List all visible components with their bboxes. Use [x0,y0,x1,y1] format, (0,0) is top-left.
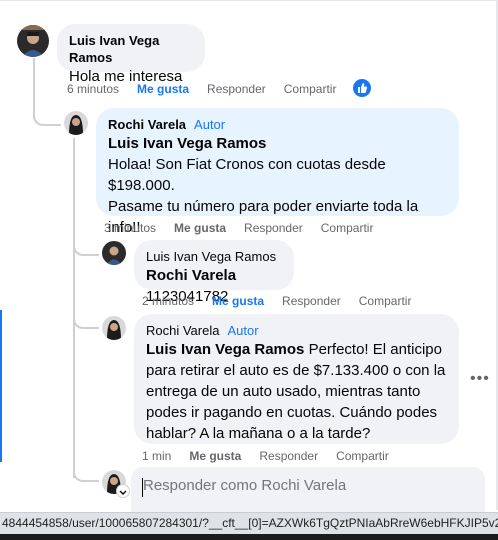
comment-time[interactable]: 6 minutos [67,82,119,96]
taskbar-strip [0,534,498,540]
avatar-person-icon [102,316,126,340]
more-horizontal-icon[interactable]: ••• [470,370,490,388]
like-button[interactable]: Me gusta [137,82,189,96]
comment-author[interactable]: Luis Ivan Vega Ramos [69,32,193,66]
comment-actions: 3 minutos Me gusta Responder Compartir [104,220,391,236]
comment-text-line: Holaa! Son Fiat Cronos con cuotas desde … [108,156,386,194]
comment-time[interactable]: 1 min [142,449,171,463]
avatar-person-icon [64,111,88,135]
share-button[interactable]: Compartir [336,449,389,463]
avatar[interactable] [64,111,88,135]
thread-curve [73,305,99,329]
mention-link[interactable]: Luis Ivan Vega Ramos [146,341,304,358]
thread-curve [33,100,61,126]
comment-time[interactable]: 3 minutos [104,221,156,235]
chevron-down-icon[interactable] [116,484,130,498]
share-button[interactable]: Compartir [321,221,374,235]
like-button[interactable]: Me gusta [174,221,226,235]
status-bar-url: 4844454858/user/100065807284301/?__cft__… [0,512,498,534]
comment-bubble: Luis Ivan Vega Ramos Hola me interesa [57,24,205,85]
thumbs-up-icon[interactable] [353,79,371,97]
like-button[interactable]: Me gusta [212,294,264,308]
reply-input[interactable] [143,477,463,494]
comment-author[interactable]: Rochi Varela [108,117,186,132]
top-divider [0,0,498,9]
thread-curve [73,232,99,256]
thread-curve [73,458,99,482]
comment-text-line: para retirar el auto es de $7.133.400 o … [146,362,446,379]
comment-author[interactable]: Rochi Varela [146,323,219,338]
reply-button[interactable]: Responder [282,294,341,308]
comment-text-line: hablar? A la mañana o a la tarde? [146,425,371,442]
author-badge: Autor [194,117,226,132]
mention-link[interactable]: Luis Ivan Vega Ramos [108,133,447,154]
comment-text-line: podes ir pagando en cuotas. Cuándo podes [146,404,438,421]
focus-indicator [0,310,2,462]
share-button[interactable]: Compartir [284,82,337,96]
avatar[interactable] [102,316,126,340]
comment-time[interactable]: 2 minutos [142,294,194,308]
comment-bubble: Luis Ivan Vega Ramos Rochi Varela 112304… [134,240,294,305]
comment-author[interactable]: Luis Ivan Vega Ramos [146,248,282,265]
comment-bubble: Rochi Varela Autor Luis Ivan Vega Ramos H… [96,108,459,236]
comment-text-line: entrega de un auto usado, mientras tanto [146,383,421,400]
reply-button[interactable]: Responder [244,221,303,235]
avatar[interactable] [102,241,126,265]
author-badge: Autor [227,323,259,338]
mention-link[interactable]: Rochi Varela [146,267,236,284]
comment-text-line: Perfecto! El anticipo [304,341,442,358]
comment-text-line: Pasame tu número para poder enviarte tod… [108,198,419,215]
reply-button[interactable]: Responder [259,449,318,463]
comment-actions: 6 minutos Me gusta Responder Compartir [67,81,354,97]
comment-bubble: Rochi Varela Autor Luis Ivan Vega Ramos P… [134,314,459,444]
comment-actions: 2 minutos Me gusta Responder Compartir [142,293,429,309]
reply-button[interactable]: Responder [207,82,266,96]
avatar-person-icon [102,241,126,265]
avatar-person-icon [17,25,49,57]
like-button[interactable]: Me gusta [189,449,241,463]
share-button[interactable]: Compartir [359,294,412,308]
comment-actions: 1 min Me gusta Responder Compartir [142,448,407,464]
avatar[interactable] [17,25,49,57]
